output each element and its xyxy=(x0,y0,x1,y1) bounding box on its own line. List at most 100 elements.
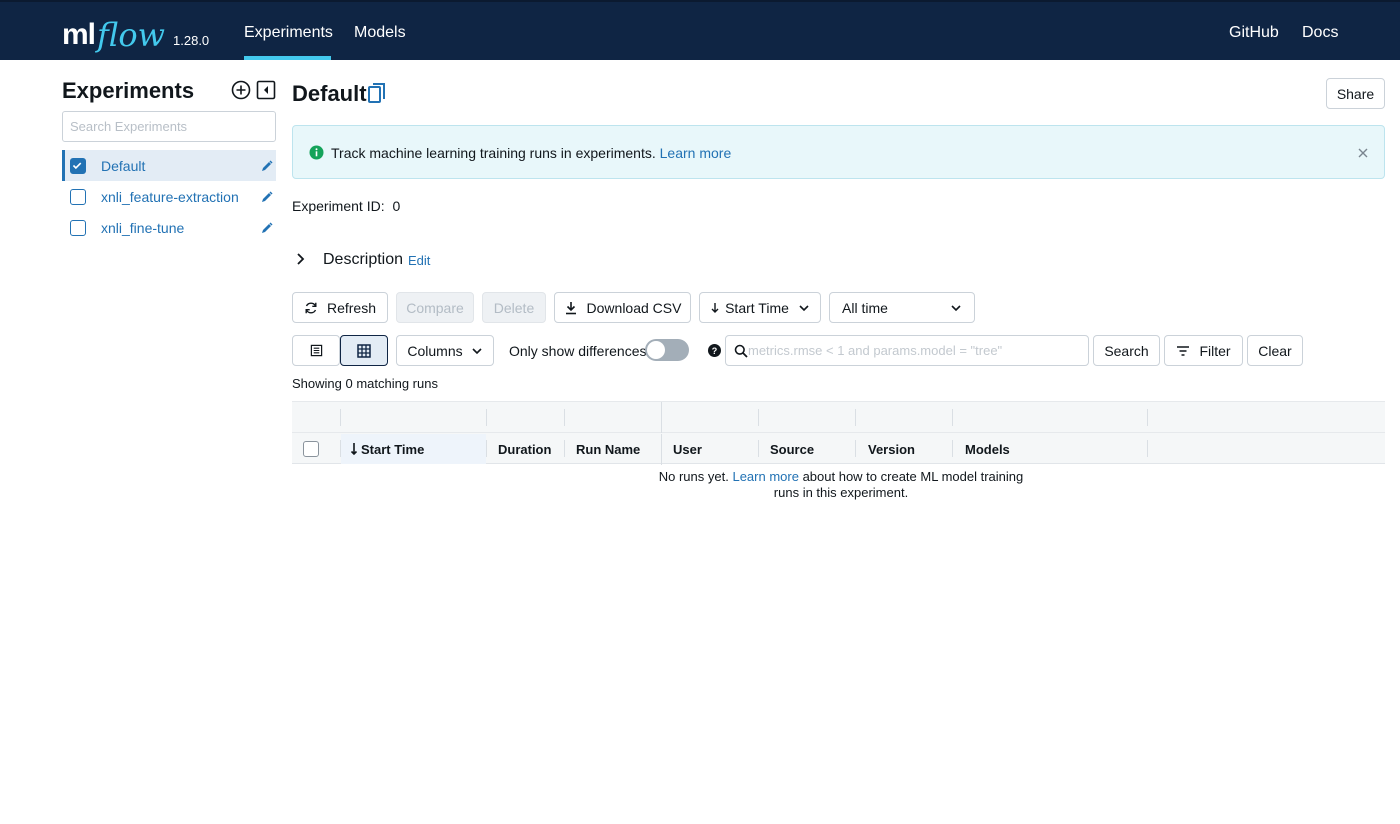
refresh-button[interactable]: Refresh xyxy=(292,292,388,323)
checkbox[interactable] xyxy=(70,189,86,205)
column-divider xyxy=(340,440,341,457)
download-csv-label: Download CSV xyxy=(586,299,682,316)
svg-text:?: ? xyxy=(712,346,718,356)
chevron-right-icon[interactable] xyxy=(295,252,307,266)
grid-view-toggle[interactable] xyxy=(340,335,388,366)
sidebar-item-label: xnli_fine-tune xyxy=(101,219,185,236)
checkbox-checked[interactable] xyxy=(70,158,86,174)
arrow-down-icon xyxy=(711,302,719,313)
edit-pencil-icon[interactable] xyxy=(260,159,274,173)
column-divider xyxy=(758,409,759,426)
copy-icon[interactable] xyxy=(367,82,387,104)
sort-descending-icon[interactable] xyxy=(350,442,358,456)
search-button[interactable]: Search xyxy=(1093,335,1160,366)
column-header-start-time[interactable]: Start Time xyxy=(361,442,424,457)
refresh-label: Refresh xyxy=(326,299,377,316)
edit-pencil-icon[interactable] xyxy=(260,190,274,204)
sidebar-item-default[interactable]: Default xyxy=(62,150,276,181)
time-range-label: All time xyxy=(842,299,888,316)
compare-button[interactable]: Compare xyxy=(396,292,474,323)
column-header-user[interactable]: User xyxy=(673,442,702,457)
mlflow-logo[interactable]: ml flow 1.28.0 xyxy=(62,14,209,51)
nav-experiments[interactable]: Experiments xyxy=(244,24,333,42)
column-divider xyxy=(564,440,565,457)
chevron-down-icon xyxy=(951,304,961,311)
table-view-icon xyxy=(357,343,371,358)
close-icon[interactable] xyxy=(1356,146,1370,160)
column-divider xyxy=(855,440,856,457)
run-search-box[interactable] xyxy=(725,335,1089,366)
edit-pencil-icon[interactable] xyxy=(260,221,274,235)
switch-knob xyxy=(647,341,665,359)
time-range-select[interactable]: All time xyxy=(829,292,975,323)
column-divider xyxy=(952,440,953,457)
sidebar-item-label: xnli_feature-extraction xyxy=(101,188,239,205)
description-edit-link[interactable]: Edit xyxy=(408,253,430,268)
experiment-search-input[interactable] xyxy=(62,111,276,142)
filter-button[interactable]: Filter xyxy=(1164,335,1243,366)
column-header-version[interactable]: Version xyxy=(868,442,915,457)
sidebar-item-xnli-feature-extraction[interactable]: xnli_feature-extraction xyxy=(62,181,276,212)
banner-message: Track machine learning training runs in … xyxy=(331,145,731,161)
column-divider xyxy=(952,409,953,426)
column-divider xyxy=(758,440,759,457)
empty-state-text: No runs yet. xyxy=(658,469,729,484)
search-icon xyxy=(734,344,748,358)
column-divider xyxy=(564,409,565,426)
download-icon xyxy=(565,301,576,314)
nav-github[interactable]: GitHub xyxy=(1229,24,1279,42)
info-icon xyxy=(309,145,324,160)
only-differences-label: Only show differences xyxy=(509,343,647,359)
column-header-run-name[interactable]: Run Name xyxy=(576,442,640,457)
check-icon xyxy=(72,162,82,170)
table-group-header xyxy=(292,402,1385,433)
nav-active-indicator xyxy=(244,56,331,60)
nav-docs[interactable]: Docs xyxy=(1302,24,1338,42)
column-divider xyxy=(340,409,341,426)
column-divider xyxy=(661,434,662,465)
sidebar-title: Experiments xyxy=(62,78,195,103)
nav-models[interactable]: Models xyxy=(354,24,406,42)
add-experiment-icon[interactable] xyxy=(231,80,251,100)
empty-state-text-after: about how to create ML model training ru… xyxy=(773,469,1024,500)
column-header-duration[interactable]: Duration xyxy=(498,442,551,457)
only-differences-switch[interactable] xyxy=(645,339,689,361)
chevron-down-icon xyxy=(472,347,482,354)
select-all-checkbox[interactable] xyxy=(303,441,319,457)
experiment-id-label: Experiment ID: xyxy=(292,198,385,214)
column-divider xyxy=(855,409,856,426)
empty-state-message: No runs yet. Learn more about how to cre… xyxy=(652,469,1030,501)
sidebar-item-xnli-fine-tune[interactable]: xnli_fine-tune xyxy=(62,212,276,243)
share-button[interactable]: Share xyxy=(1326,78,1385,109)
run-search-input[interactable] xyxy=(748,336,1084,365)
column-divider xyxy=(1147,440,1148,457)
filter-label: Filter xyxy=(1199,342,1231,359)
column-header-models[interactable]: Models xyxy=(965,442,1010,457)
help-icon[interactable]: ? xyxy=(708,344,721,357)
experiment-id-value: 0 xyxy=(392,198,401,214)
columns-dropdown[interactable]: Columns xyxy=(396,335,494,366)
clear-button[interactable]: Clear xyxy=(1247,335,1303,366)
banner-text: Track machine learning training runs in … xyxy=(331,145,656,161)
runs-table: Start Time Duration Run Name User Source… xyxy=(292,401,1385,465)
banner-learn-more-link[interactable]: Learn more xyxy=(660,145,732,161)
column-divider xyxy=(486,440,487,457)
info-banner: Track machine learning training runs in … xyxy=(292,125,1385,179)
column-header-source[interactable]: Source xyxy=(770,442,814,457)
empty-state-learn-more-link[interactable]: Learn more xyxy=(732,469,798,484)
download-csv-button[interactable]: Download CSV xyxy=(554,292,691,323)
refresh-icon xyxy=(305,302,317,313)
column-divider xyxy=(1147,409,1148,426)
delete-button[interactable]: Delete xyxy=(482,292,546,323)
description-label[interactable]: Description xyxy=(323,251,403,269)
experiment-id: Experiment ID: 0 xyxy=(292,198,400,214)
column-divider xyxy=(661,402,662,433)
checkbox[interactable] xyxy=(70,220,86,236)
list-view-icon xyxy=(310,344,322,357)
sort-label: Start Time xyxy=(725,299,789,316)
list-view-toggle[interactable] xyxy=(292,335,340,366)
column-divider xyxy=(486,409,487,426)
collapse-sidebar-icon[interactable] xyxy=(256,80,276,100)
page-title: Default xyxy=(292,81,367,106)
sort-select[interactable]: Start Time xyxy=(699,292,821,323)
